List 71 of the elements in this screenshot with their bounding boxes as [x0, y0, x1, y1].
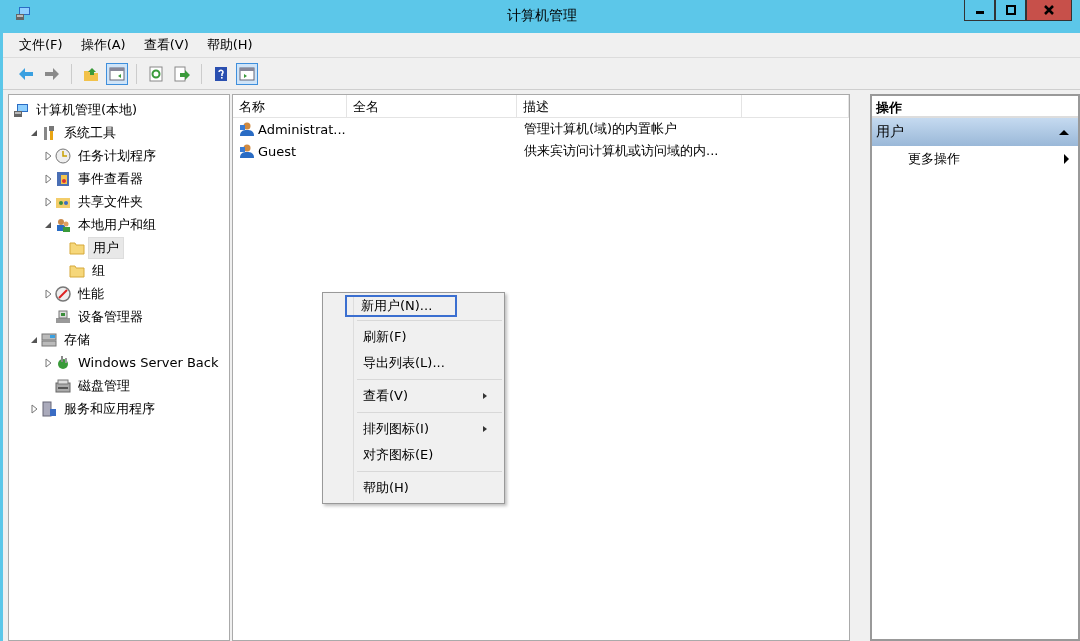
- device-manager-icon: [55, 308, 71, 325]
- app-icon: [15, 5, 31, 21]
- user-description: 管理计算机(域)的内置帐户: [524, 120, 678, 138]
- tree-item[interactable]: Windows Server Back: [74, 354, 223, 371]
- performance-icon: [55, 285, 71, 302]
- context-menu-item[interactable]: 排列图标(I): [325, 416, 502, 442]
- close-button[interactable]: [1026, 0, 1072, 21]
- tree-item[interactable]: 服务和应用程序: [60, 398, 159, 419]
- disk-icon: [55, 377, 71, 394]
- tree-item[interactable]: 任务计划程序: [74, 145, 160, 166]
- user-icon: [239, 121, 255, 137]
- users-icon: [55, 216, 71, 233]
- folder-icon: [69, 262, 85, 279]
- services-icon: [41, 400, 57, 417]
- user-description: 供来宾访问计算机或访问域的内...: [524, 142, 719, 160]
- tree-pane-button[interactable]: [106, 62, 128, 85]
- tree-item[interactable]: 共享文件夹: [74, 191, 147, 212]
- tree-item[interactable]: 磁盘管理: [74, 375, 134, 396]
- tree-item[interactable]: 本地用户和组: [74, 214, 160, 235]
- context-menu-item[interactable]: 查看(V): [325, 383, 502, 409]
- expand-arrow-icon[interactable]: [43, 173, 53, 184]
- column-header[interactable]: 全名: [347, 95, 517, 117]
- tree-item[interactable]: 计算机管理(本地): [32, 99, 142, 120]
- minimize-button[interactable]: [964, 0, 995, 21]
- folder-icon: [69, 239, 85, 256]
- computer-icon: [13, 101, 29, 118]
- expand-arrow-icon[interactable]: [43, 150, 53, 161]
- context-menu-item[interactable]: 导出列表(L)...: [325, 350, 502, 376]
- tree-item[interactable]: 性能: [74, 283, 108, 304]
- tree-item[interactable]: 组: [88, 260, 109, 281]
- expand-arrow-icon[interactable]: [43, 357, 53, 368]
- expand-arrow-icon[interactable]: [43, 288, 53, 299]
- folder-up-icon: [83, 65, 99, 82]
- export-list-icon: [174, 65, 190, 82]
- help-icon: [213, 65, 229, 82]
- context-menu-item[interactable]: 新用户(N)...: [345, 295, 457, 317]
- expand-arrow-icon[interactable]: [43, 196, 53, 207]
- user-icon: [239, 143, 255, 159]
- column-header[interactable]: 描述: [516, 95, 742, 117]
- tree-item[interactable]: 存储: [60, 329, 94, 350]
- expand-arrow-icon[interactable]: [29, 403, 39, 414]
- maximize-button[interactable]: [995, 0, 1026, 21]
- window-title: 计算机管理: [506, 7, 577, 23]
- user-name[interactable]: Administrat...: [258, 121, 346, 137]
- tree-item[interactable]: 用户: [88, 236, 124, 259]
- action-pane-button[interactable]: [236, 62, 258, 85]
- menu-item[interactable]: 查看(V): [141, 34, 191, 56]
- context-menu-item[interactable]: 刷新(F): [325, 324, 502, 350]
- tree-item[interactable]: 系统工具: [60, 122, 120, 143]
- forward-arrow-icon: [44, 65, 60, 82]
- section-header[interactable]: 用户: [872, 118, 1078, 146]
- storage-icon: [41, 331, 57, 348]
- user-name[interactable]: Guest: [258, 143, 297, 159]
- action-pane-icon: [239, 65, 255, 82]
- maximize-icon: [1004, 5, 1017, 15]
- close-icon: [1043, 5, 1055, 15]
- menu-item[interactable]: 帮助(H): [204, 34, 255, 56]
- column-header[interactable]: 名称: [233, 95, 348, 117]
- tree-item[interactable]: 设备管理器: [74, 306, 147, 327]
- menu-item[interactable]: 文件(F): [17, 34, 65, 56]
- tools-icon: [41, 124, 57, 141]
- context-menu-item[interactable]: 对齐图标(E): [325, 442, 502, 468]
- clock-icon: [55, 147, 71, 164]
- context-menu-item[interactable]: 帮助(H): [325, 475, 502, 501]
- tree-pane-icon: [109, 65, 125, 82]
- action-item[interactable]: 更多操作: [872, 146, 1078, 172]
- backup-icon: [55, 354, 71, 371]
- refresh-icon: [148, 65, 164, 82]
- event-log-icon: [55, 170, 71, 187]
- menu-item[interactable]: 操作(A): [78, 34, 128, 56]
- tree-item[interactable]: 事件查看器: [74, 168, 147, 189]
